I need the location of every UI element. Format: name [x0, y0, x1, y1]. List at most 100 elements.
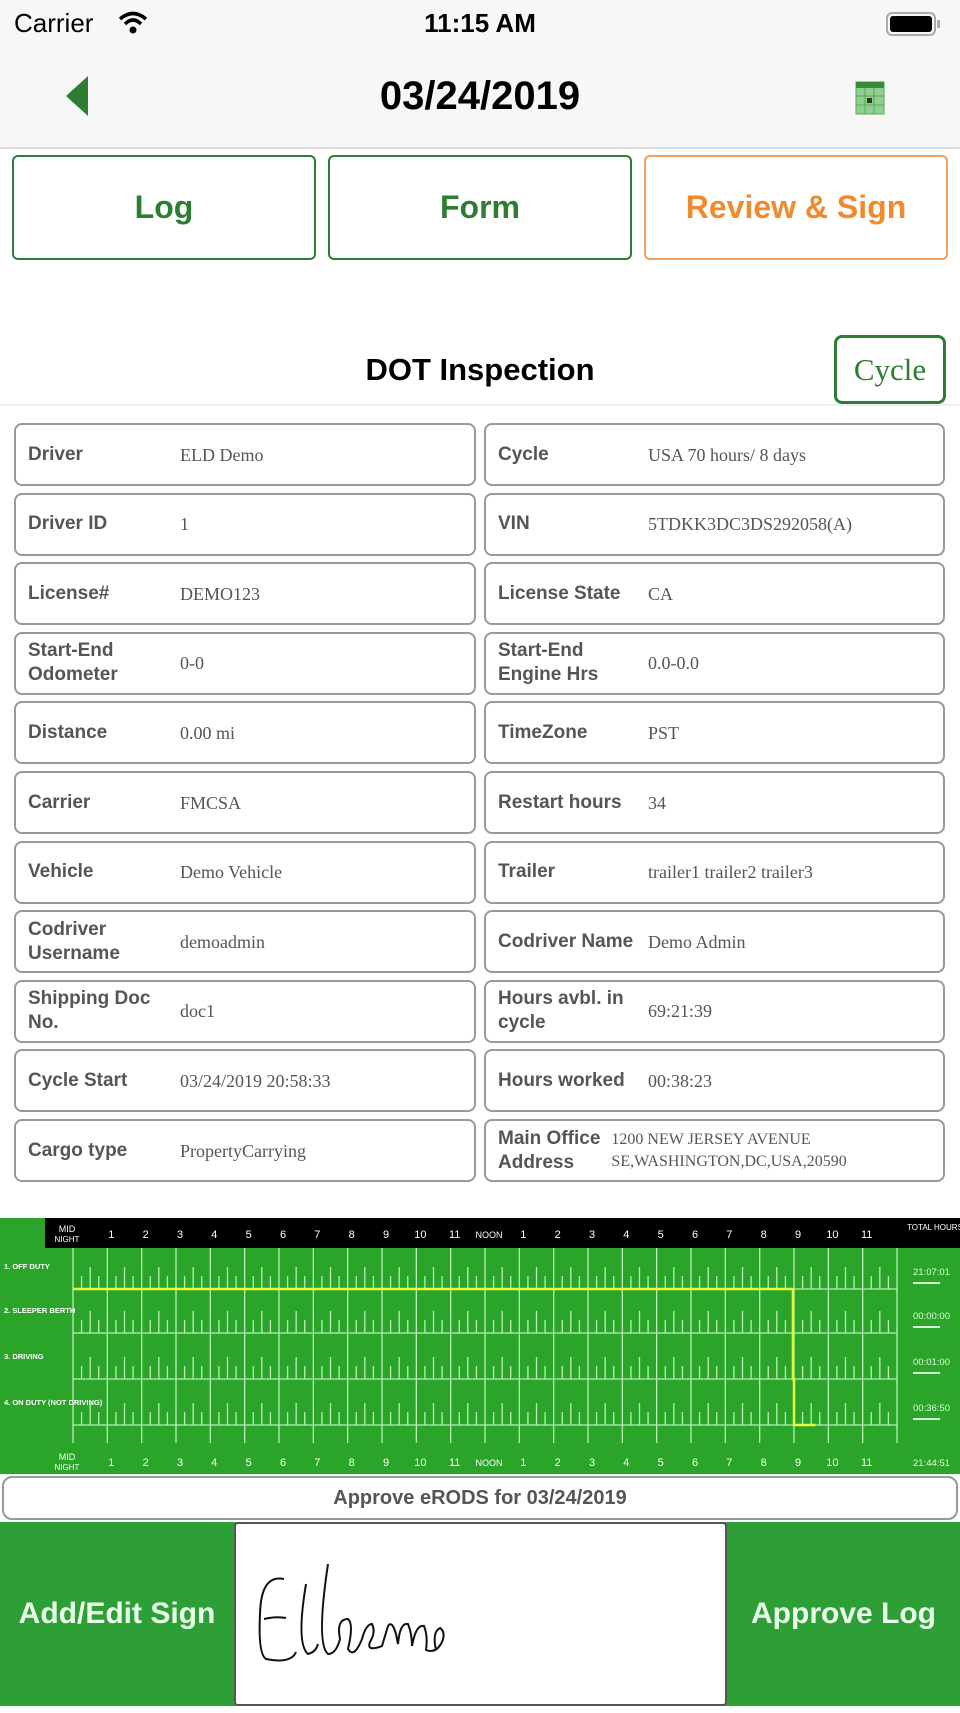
- signature-box: [234, 1522, 727, 1706]
- hour-label: 1: [520, 1229, 526, 1241]
- field-value: PropertyCarrying: [180, 1140, 306, 1161]
- field-value: 0-0: [180, 653, 204, 674]
- field-value: doc1: [180, 1001, 215, 1022]
- field-label: Vehicle: [28, 861, 94, 883]
- field-label: TimeZone: [498, 721, 588, 743]
- hour-label: 11: [861, 1457, 872, 1469]
- hour-label: 8: [349, 1457, 355, 1469]
- hour-label: 5: [658, 1229, 664, 1241]
- field-label: Cycle Start: [28, 1069, 128, 1091]
- approve-erods-bar[interactable]: Approve eRODS for 03/24/2019: [2, 1476, 958, 1520]
- total-hours-header: TOTAL HOURS: [907, 1223, 960, 1232]
- row-label: 4. ON DUTY (NOT DRIVING): [4, 1398, 103, 1407]
- field-hours-worked: Hours worked 00:38:23: [484, 1049, 945, 1113]
- hour-label: 7: [726, 1457, 732, 1469]
- hour-label: NOON: [476, 1230, 503, 1240]
- field-value: DEMO123: [180, 583, 260, 604]
- battery-icon: [886, 12, 940, 36]
- field-main-office-address: Main Office Address 1200 NEW JERSEY AVENU…: [484, 1119, 945, 1182]
- hour-label: 10: [414, 1229, 426, 1241]
- field-restart-hours: Restart hours 34: [484, 771, 945, 834]
- field-label: Main Office Address: [498, 1127, 601, 1173]
- calendar-icon[interactable]: [855, 80, 885, 116]
- field-label: Carrier: [28, 791, 91, 813]
- row-total: 21:07:01: [913, 1267, 950, 1278]
- hour-label: 1: [520, 1457, 526, 1469]
- field-label: Distance: [28, 721, 108, 743]
- signature-panel: Add/Edit Sign Approve Log: [0, 1522, 960, 1706]
- field-label: Hours worked: [498, 1069, 625, 1091]
- section-title: DOT Inspection: [365, 352, 595, 387]
- field-value: 69:21:39: [648, 1001, 713, 1022]
- status-bar: Carrier 11:15 AM: [0, 0, 960, 48]
- field-value: FMCSA: [180, 792, 242, 813]
- field-timezone: TimeZone PST: [484, 701, 945, 765]
- field-license: License# DEMO123: [14, 562, 476, 626]
- hour-label: NIGHT: [55, 1235, 80, 1244]
- field-value: Demo Admin: [648, 931, 746, 952]
- hour-label: 6: [280, 1229, 286, 1241]
- hour-label: 4: [623, 1229, 629, 1241]
- field-codriver-name: Codriver Name Demo Admin: [484, 910, 945, 974]
- field-value: trailer1 trailer2 trailer3: [648, 862, 813, 883]
- hour-label: 8: [761, 1457, 767, 1469]
- approve-log-button[interactable]: Approve Log: [727, 1522, 960, 1706]
- field-value: 0.0-0.0: [648, 653, 699, 674]
- nav-bar: 03/24/2019: [0, 48, 960, 149]
- field-hours-avbl-in-cycle: Hours avbl. in cycle 69:21:39: [484, 979, 945, 1043]
- field-label: Hours avbl. in cycle: [498, 988, 624, 1034]
- field-label: Cargo type: [28, 1139, 128, 1161]
- field-vin: VIN 5TDKK3DC3DS292058(A): [484, 492, 945, 556]
- hour-label: 7: [314, 1457, 320, 1469]
- hour-label: 11: [449, 1229, 460, 1241]
- field-label: Driver: [28, 443, 83, 465]
- field-label: License State: [498, 582, 621, 604]
- hour-label: 2: [555, 1457, 561, 1469]
- hour-label: 4: [211, 1457, 217, 1469]
- hour-label: 9: [383, 1457, 389, 1469]
- hour-label: 10: [826, 1229, 838, 1241]
- tab-review-sign[interactable]: Review & Sign: [644, 155, 948, 260]
- hour-label: 7: [314, 1229, 320, 1241]
- hour-label: 3: [589, 1229, 595, 1241]
- row-total: 00:00:00: [913, 1311, 950, 1322]
- hour-label: NOON: [476, 1458, 503, 1468]
- hour-label: 10: [826, 1457, 838, 1469]
- field-label: Restart hours: [498, 791, 622, 813]
- field-value: 5TDKK3DC3DS292058(A): [648, 514, 852, 535]
- field-value: demoadmin: [180, 931, 265, 952]
- tab-form[interactable]: Form: [328, 155, 632, 260]
- clock: 11:15 AM: [424, 8, 536, 38]
- hour-label: 3: [177, 1229, 183, 1241]
- signature-image: [258, 1563, 445, 1662]
- log-graph: MIDNIGHTMIDNIGHT112233445566778899101011…: [0, 1218, 960, 1474]
- field-label: Start-End Odometer: [28, 640, 118, 686]
- hour-label: MID: [59, 1224, 76, 1234]
- hour-label: 1: [108, 1229, 114, 1241]
- field-value: 1200 NEW JERSEY AVENUE SE,WASHINGTON,DC,…: [611, 1130, 847, 1170]
- field-label: Trailer: [498, 861, 556, 883]
- field-label: VIN: [498, 513, 530, 535]
- field-value: 03/24/2019 20:58:33: [180, 1070, 331, 1091]
- field-cycle-start: Cycle Start 03/24/2019 20:58:33: [14, 1049, 476, 1113]
- add-edit-sign-button[interactable]: Add/Edit Sign: [0, 1522, 234, 1706]
- hour-label: 6: [280, 1457, 286, 1469]
- row-total: 00:01:00: [913, 1357, 950, 1368]
- field-label: Shipping Doc No.: [28, 988, 151, 1034]
- field-label: Codriver Name: [498, 930, 634, 952]
- hour-label: 4: [623, 1457, 629, 1469]
- hour-label: NIGHT: [55, 1463, 80, 1472]
- field-start-end-odometer: Start-End Odometer 0-0: [14, 631, 476, 695]
- field-license-state: License State CA: [484, 562, 945, 626]
- hour-label: 9: [795, 1229, 801, 1241]
- hour-label: 5: [246, 1457, 252, 1469]
- field-value: Demo Vehicle: [180, 862, 283, 883]
- tab-log[interactable]: Log: [12, 155, 316, 260]
- field-value: PST: [648, 722, 680, 743]
- field-value: 34: [648, 792, 666, 813]
- hour-label: 8: [761, 1229, 767, 1241]
- grand-total: 21:44:51: [913, 1458, 950, 1469]
- page-title: 03/24/2019: [379, 74, 581, 118]
- cycle-button[interactable]: Cycle: [834, 335, 946, 404]
- row-label: 1. OFF DUTY: [4, 1262, 50, 1271]
